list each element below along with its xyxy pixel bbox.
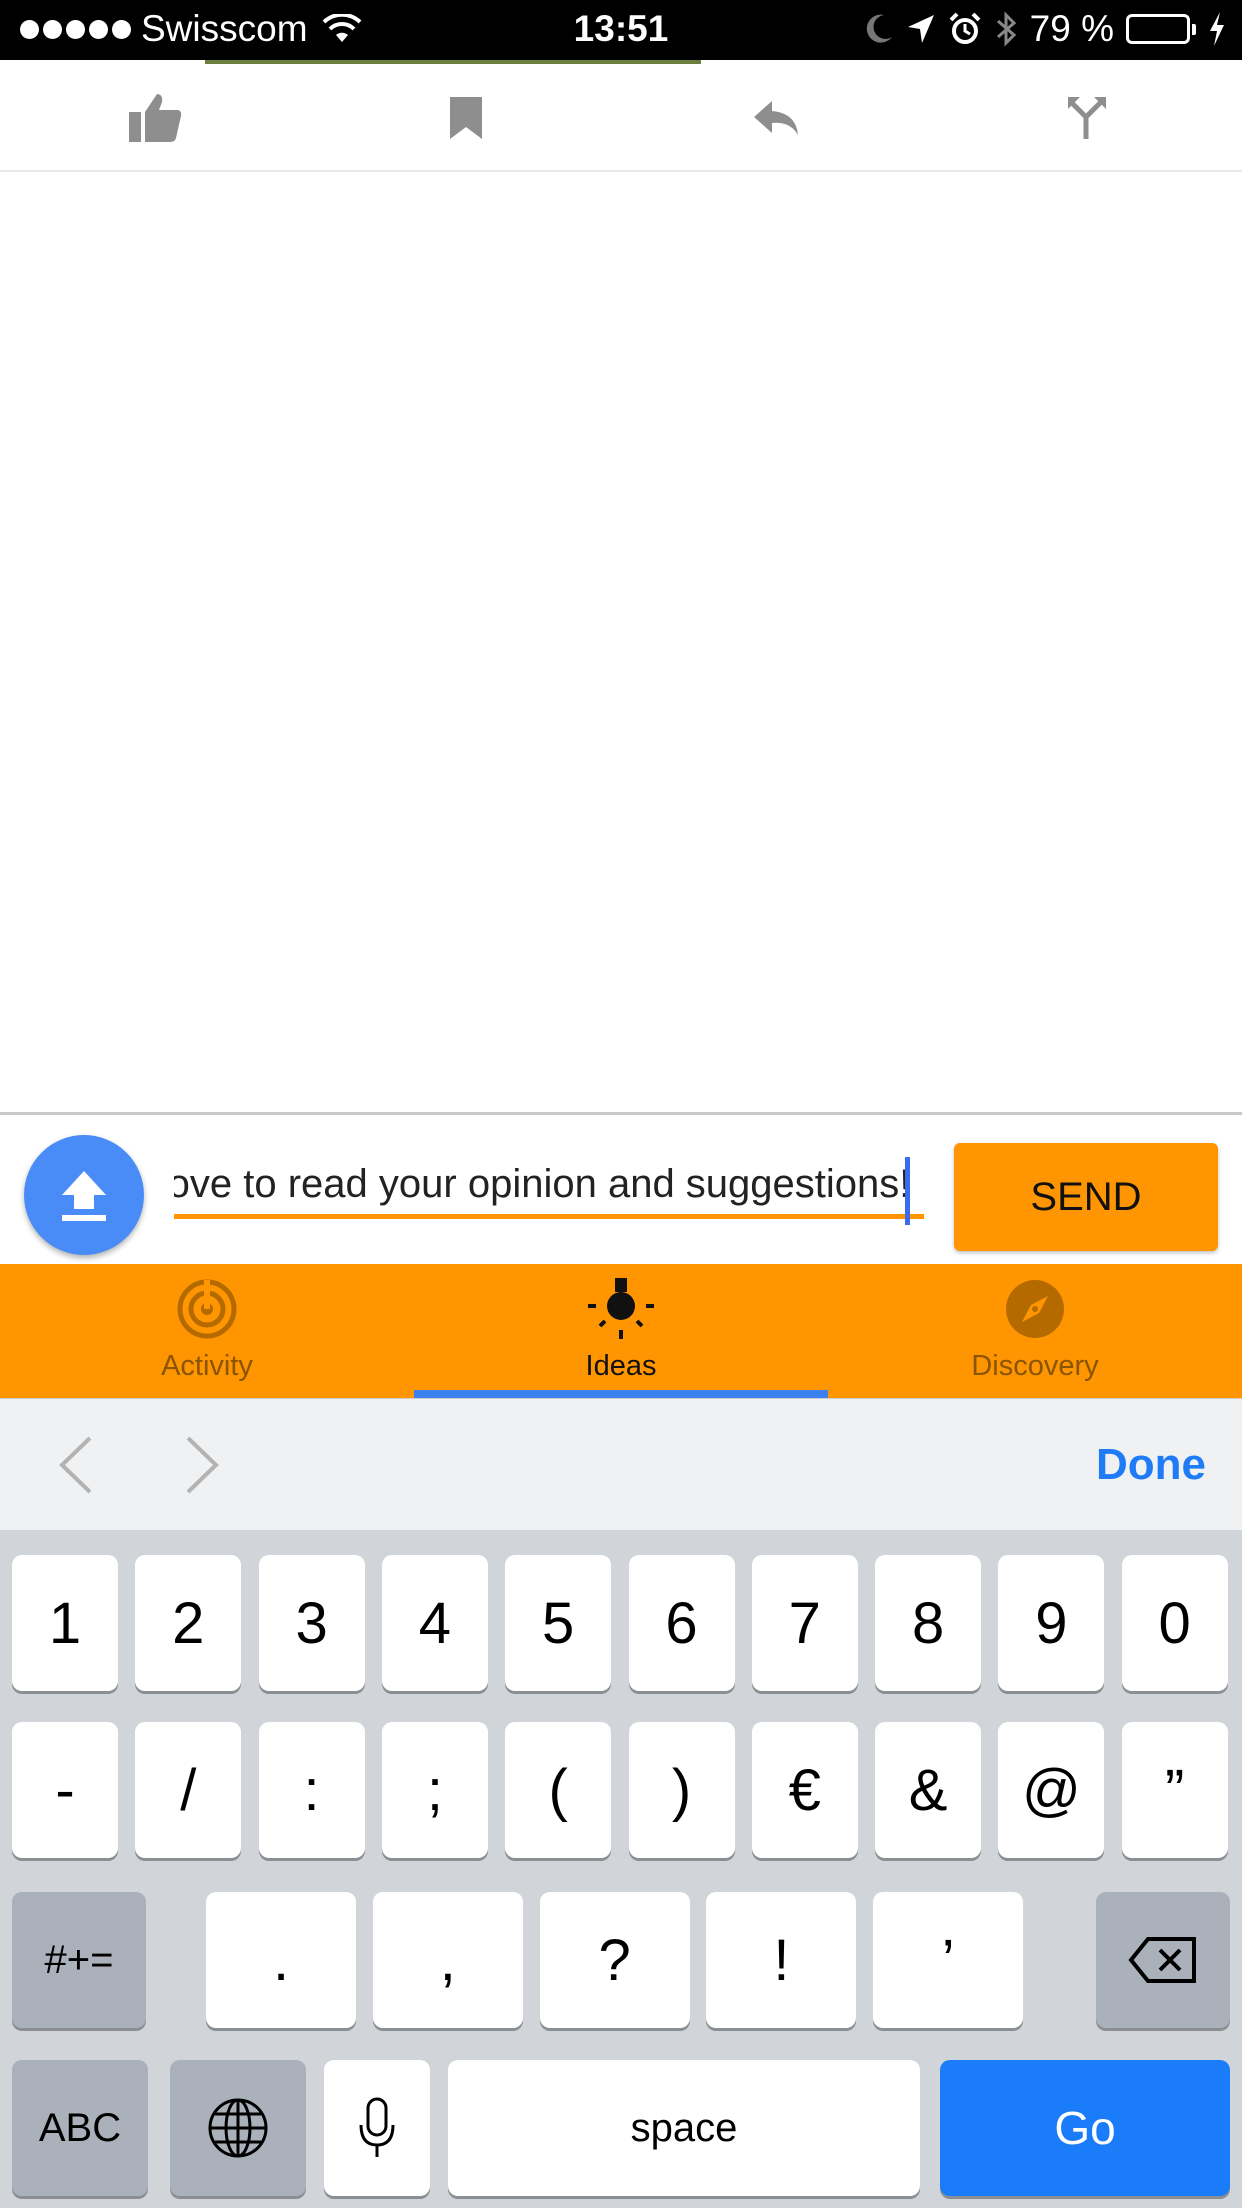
key-row1-6[interactable]: 7 xyxy=(751,1555,858,1691)
key-row2-6[interactable]: € xyxy=(751,1722,858,1858)
active-tab-indicator xyxy=(414,1390,828,1398)
key-row2-3[interactable]: ; xyxy=(381,1722,488,1858)
space-key[interactable]: space xyxy=(448,2060,920,2196)
like-button[interactable] xyxy=(125,88,185,148)
bluetooth-icon xyxy=(996,11,1016,47)
key-row1-9[interactable]: 0 xyxy=(1121,1555,1228,1691)
key-row2-8[interactable]: @ xyxy=(998,1722,1105,1858)
key-row1-8[interactable]: 9 xyxy=(998,1555,1105,1691)
status-bar: Swisscom 13:51 79 % xyxy=(0,0,1242,60)
keyboard-accessory-bar: Done xyxy=(0,1398,1242,1530)
tab-ideas-label: Ideas xyxy=(585,1350,657,1382)
key-row2-2[interactable]: : xyxy=(258,1722,365,1858)
tab-activity-label: Activity xyxy=(161,1350,253,1382)
numeric-keyboard: 1234567890 - /:;() € & @” #+= .,?!’ ABC spac… xyxy=(0,1530,1242,2208)
bookmark-icon xyxy=(450,97,482,139)
split-icon xyxy=(1068,97,1106,139)
key-row1-4[interactable]: 5 xyxy=(505,1555,612,1691)
symbols-key[interactable]: #+= xyxy=(12,1892,146,2028)
globe-icon xyxy=(208,2098,268,2158)
abc-key[interactable]: ABC xyxy=(12,2060,148,2196)
key-row3-4[interactable]: ’ xyxy=(873,1892,1024,2028)
backspace-icon xyxy=(1128,1937,1196,1983)
tab-ideas[interactable]: Ideas xyxy=(414,1264,828,1398)
comment-compose-bar: SEND xyxy=(0,1112,1242,1264)
upload-icon xyxy=(62,1171,106,1221)
text-caret xyxy=(905,1157,910,1225)
key-row3-3[interactable]: ! xyxy=(706,1892,857,2028)
lightbulb-icon xyxy=(588,1278,654,1339)
go-key[interactable]: Go xyxy=(940,2060,1230,2196)
done-button[interactable]: Done xyxy=(1096,1433,1206,1497)
key-row1-0[interactable]: 1 xyxy=(12,1555,118,1691)
tab-activity[interactable]: Activity xyxy=(0,1264,414,1398)
battery-icon xyxy=(1126,14,1196,44)
thumbs-up-icon xyxy=(129,94,182,142)
key-row2-1[interactable]: / xyxy=(135,1722,242,1858)
globe-key[interactable] xyxy=(170,2060,306,2196)
chevron-right-icon xyxy=(186,1436,219,1494)
bottom-tab-bar: Activity Ideas Discovery xyxy=(0,1264,1242,1398)
previous-field-button[interactable] xyxy=(46,1433,106,1497)
tab-discovery[interactable]: Discovery xyxy=(828,1264,1242,1398)
key-row1-1[interactable]: 2 xyxy=(135,1555,242,1691)
charging-bolt-icon xyxy=(1210,12,1224,46)
battery-percent: 79 % xyxy=(1029,8,1114,49)
split-button[interactable] xyxy=(1057,88,1117,148)
reply-button[interactable] xyxy=(746,88,806,148)
chevron-left-icon xyxy=(59,1436,92,1494)
key-row1-2[interactable]: 3 xyxy=(258,1555,365,1691)
key-row2-9[interactable]: ” xyxy=(1121,1722,1228,1858)
key-row3-1[interactable]: , xyxy=(372,1892,523,2028)
key-row2-5[interactable]: ) xyxy=(628,1722,735,1858)
bookmark-button[interactable] xyxy=(436,88,496,148)
compass-icon xyxy=(1006,1280,1064,1338)
backspace-key[interactable] xyxy=(1096,1892,1230,2028)
comment-input[interactable] xyxy=(174,1155,924,1219)
post-action-bar xyxy=(0,64,1242,172)
microphone-icon xyxy=(359,2097,395,2157)
upload-button[interactable] xyxy=(24,1135,144,1255)
location-arrow-icon xyxy=(907,15,934,43)
key-row1-5[interactable]: 6 xyxy=(628,1555,735,1691)
reply-icon xyxy=(754,101,798,135)
target-icon xyxy=(177,1279,237,1339)
next-field-button[interactable] xyxy=(172,1433,232,1497)
send-button[interactable]: SEND xyxy=(954,1143,1218,1251)
key-row2-7[interactable]: & xyxy=(875,1722,982,1858)
dictation-key[interactable] xyxy=(324,2060,430,2196)
key-row2-0[interactable]: - xyxy=(12,1722,118,1858)
tab-discovery-label: Discovery xyxy=(971,1350,1099,1382)
key-row3-2[interactable]: ? xyxy=(539,1892,690,2028)
key-row3-0[interactable]: . xyxy=(206,1892,356,2028)
key-row2-4[interactable]: ( xyxy=(505,1722,612,1858)
moon-icon xyxy=(866,14,892,43)
alarm-icon xyxy=(949,12,981,44)
key-row1-3[interactable]: 4 xyxy=(381,1555,488,1691)
key-row1-7[interactable]: 8 xyxy=(875,1555,982,1691)
